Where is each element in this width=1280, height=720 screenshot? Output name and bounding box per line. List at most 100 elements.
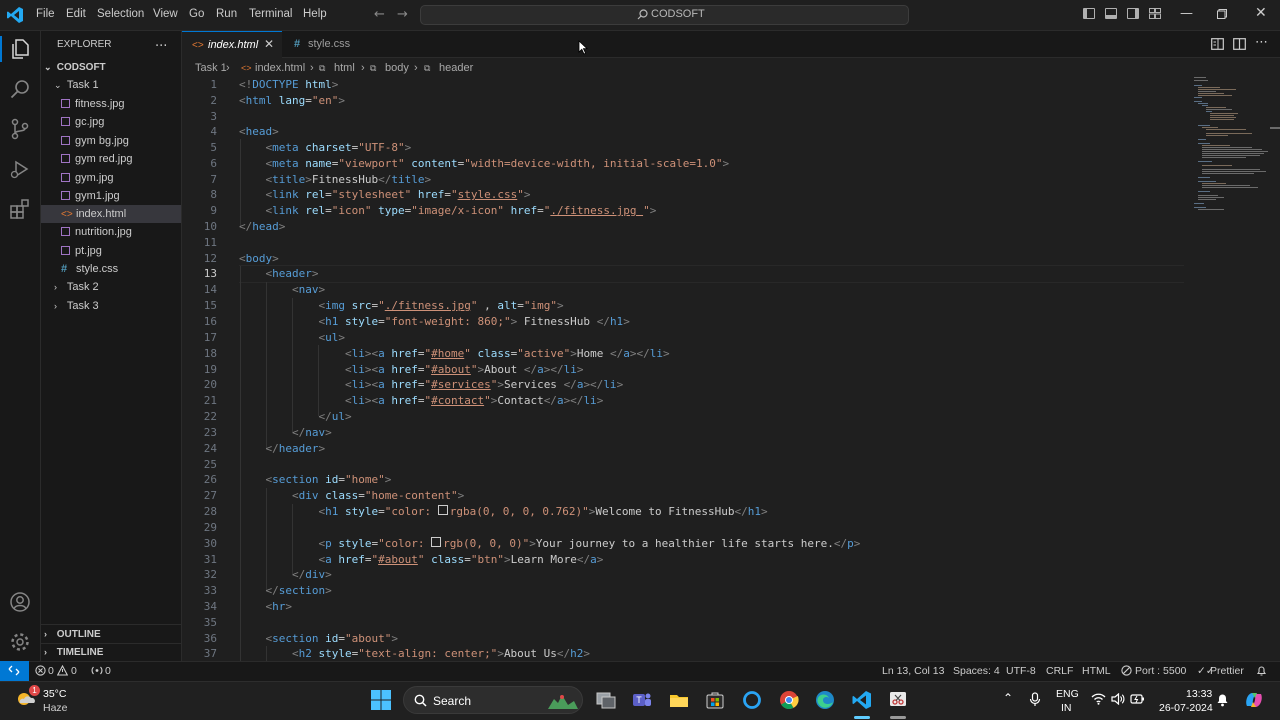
file-item[interactable]: gym red.jpg [41, 150, 181, 168]
timeline-section[interactable]: › TIMELINE [41, 643, 181, 661]
breadcrumb-html[interactable]: html [334, 62, 355, 74]
teams-icon[interactable]: T [631, 689, 653, 711]
breadcrumb-header[interactable]: header [439, 62, 473, 74]
explorer-icon[interactable] [8, 37, 32, 61]
file-item[interactable]: # style.css [41, 260, 181, 278]
ports-antenna-icon[interactable] [91, 665, 103, 676]
command-center[interactable]: CODSOFT [420, 5, 909, 25]
remote-indicator[interactable] [0, 661, 29, 681]
color-swatch[interactable] [437, 505, 448, 515]
code-line: </nav> [291, 426, 332, 439]
toggle-panel-icon[interactable] [1105, 8, 1117, 19]
minimap[interactable] [1192, 76, 1272, 226]
cortana-ring-icon[interactable] [741, 689, 763, 711]
error-count[interactable]: 0 [48, 665, 54, 677]
taskbar-search[interactable]: Search [403, 686, 583, 714]
close-tab-icon[interactable]: ✕ [264, 37, 274, 51]
tab-style-css[interactable]: # style.css [283, 31, 383, 57]
css-file-icon: # [294, 38, 301, 50]
toggle-secondary-sidebar-icon[interactable] [1127, 8, 1139, 19]
snipping-tool-icon[interactable] [887, 689, 909, 711]
live-server-port[interactable]: Port : 5500 [1135, 665, 1186, 677]
menu-edit[interactable]: Edit [66, 8, 86, 20]
warning-icon[interactable] [57, 665, 68, 676]
error-icon[interactable] [35, 665, 46, 676]
indentation[interactable]: Spaces: 4 [953, 665, 1000, 677]
folder-task-2[interactable]: › Task 2 [41, 278, 181, 296]
chrome-icon[interactable] [778, 689, 800, 711]
source-control-icon[interactable] [8, 117, 32, 141]
encoding[interactable]: UTF-8 [1006, 665, 1036, 677]
file-item[interactable]: fitness.jpg [41, 95, 181, 113]
back-arrow-icon[interactable]: ← [374, 7, 385, 22]
ports-count[interactable]: 0 [105, 665, 111, 677]
line-ending[interactable]: CRLF [1046, 665, 1073, 677]
tab-index-html[interactable]: <> index.html ✕ [182, 31, 282, 58]
edge-icon[interactable] [814, 689, 836, 711]
notification-bell-icon[interactable] [1216, 692, 1229, 707]
go-live-icon[interactable] [1121, 665, 1132, 676]
file-item[interactable]: gym bg.jpg [41, 132, 181, 150]
search-view-icon[interactable] [8, 77, 32, 101]
weather-desc[interactable]: Haze [43, 702, 68, 714]
microphone-icon[interactable] [1029, 692, 1041, 707]
input-region[interactable]: IN [1061, 702, 1072, 714]
volume-icon[interactable] [1111, 693, 1125, 705]
restore-icon[interactable] [1217, 9, 1227, 19]
file-item[interactable]: gym1.jpg [41, 187, 181, 205]
notifications-bell-icon[interactable] [1256, 665, 1267, 676]
menu-terminal[interactable]: Terminal [249, 8, 292, 20]
vscode-taskbar-icon[interactable] [851, 689, 873, 711]
customize-layout-icon[interactable] [1149, 8, 1161, 19]
menu-go[interactable]: Go [189, 8, 204, 20]
outline-section[interactable]: › OUTLINE [41, 625, 181, 643]
menu-selection[interactable]: Selection [97, 8, 144, 20]
split-editor-icon[interactable] [1233, 38, 1246, 50]
running-app-indicator [890, 716, 906, 719]
file-item[interactable]: gym.jpg [41, 169, 181, 187]
file-item[interactable]: gc.jpg [41, 113, 181, 131]
open-preview-icon[interactable] [1211, 38, 1224, 50]
menu-run[interactable]: Run [216, 8, 237, 20]
clock-date[interactable]: 26-07-2024 [1159, 702, 1213, 714]
clock-time[interactable]: 13:33 [1186, 688, 1212, 700]
copilot-icon[interactable] [1243, 689, 1265, 711]
breadcrumb-file[interactable]: index.html [255, 62, 305, 74]
breadcrumb-body[interactable]: body [385, 62, 409, 74]
manage-gear-icon[interactable] [8, 630, 32, 654]
minimize-icon[interactable]: — [1180, 6, 1193, 21]
wifi-icon[interactable] [1091, 693, 1106, 705]
weather-temp[interactable]: 35°C [43, 688, 66, 700]
file-item[interactable]: pt.jpg [41, 242, 181, 260]
file-explorer-icon[interactable] [668, 689, 690, 711]
breadcrumb-task1[interactable]: Task 1 [195, 62, 227, 74]
more-actions-icon[interactable]: ... [155, 35, 167, 50]
forward-arrow-icon[interactable]: → [397, 7, 408, 22]
close-window-icon[interactable]: ✕ [1255, 5, 1267, 21]
file-item[interactable]: nutrition.jpg [41, 223, 181, 241]
warning-count[interactable]: 0 [71, 665, 77, 677]
folder-task-3[interactable]: › Task 3 [41, 297, 181, 315]
code-line: <link rel="stylesheet" href="style.css"> [265, 188, 531, 201]
prettier-status[interactable]: Prettier [1210, 665, 1244, 677]
menu-view[interactable]: View [153, 8, 178, 20]
cursor-position[interactable]: Ln 13, Col 13 [882, 665, 944, 677]
run-debug-icon[interactable] [8, 157, 32, 181]
language-mode[interactable]: HTML [1082, 665, 1111, 677]
windows-start-icon[interactable] [370, 689, 392, 711]
extensions-icon[interactable] [8, 197, 32, 221]
tray-overflow-chevron-icon[interactable]: ⌃ [1003, 691, 1013, 705]
menu-file[interactable]: File [36, 8, 55, 20]
file-item-selected[interactable]: <> index.html [41, 205, 181, 223]
folder-task-1[interactable]: ⌄ Task 1 [41, 76, 181, 94]
folder-root[interactable]: ⌄ CODSOFT [41, 58, 181, 76]
microsoft-store-icon[interactable] [704, 689, 726, 711]
accounts-icon[interactable] [8, 590, 32, 614]
battery-icon[interactable] [1130, 693, 1145, 705]
color-swatch[interactable] [431, 537, 442, 547]
editor-more-icon[interactable]: ⋯ [1255, 35, 1268, 50]
menu-help[interactable]: Help [303, 8, 327, 20]
task-view-icon[interactable] [595, 689, 617, 711]
input-language[interactable]: ENG [1056, 688, 1079, 700]
toggle-primary-sidebar-icon[interactable] [1083, 8, 1095, 19]
